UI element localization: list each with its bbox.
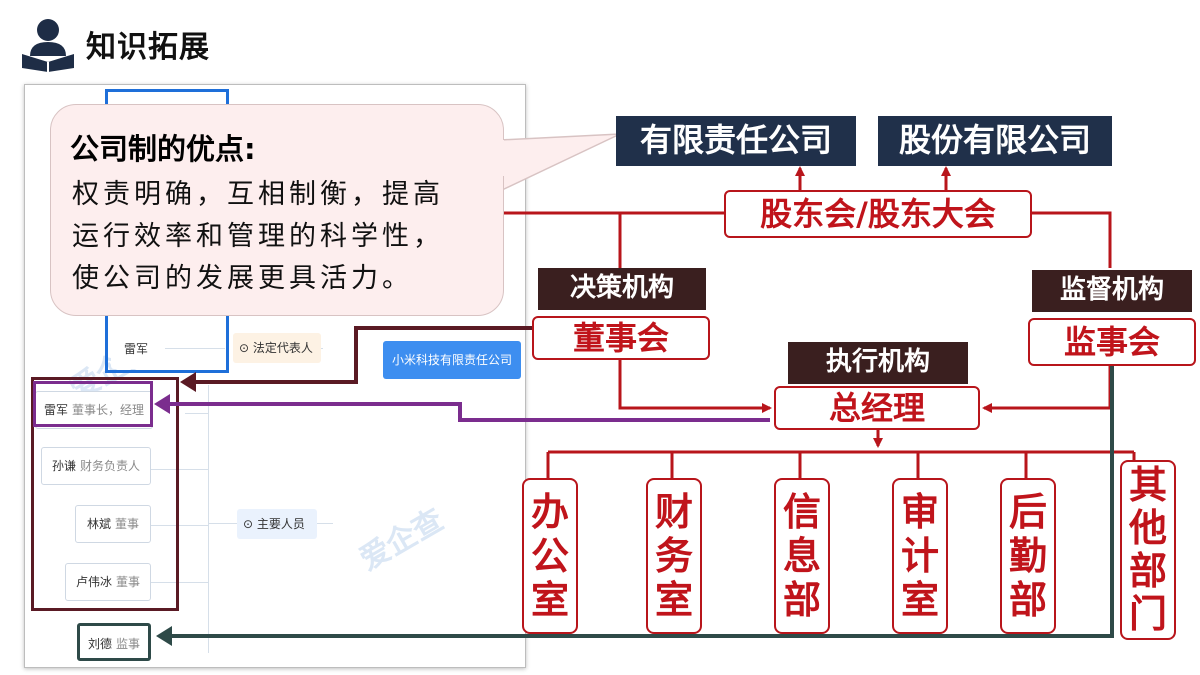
dept-information: 信息部	[774, 478, 830, 634]
general-manager: 总经理	[774, 386, 980, 430]
dept-logistics: 后勤部	[1000, 478, 1056, 634]
dept-office: 办公室	[522, 478, 578, 634]
supervisory-board: 监事会	[1028, 318, 1196, 366]
company-type-joint-stock: 股份有限公司	[878, 116, 1112, 166]
supervision-label: 监督机构	[1032, 270, 1192, 312]
board-of-directors: 董事会	[532, 316, 710, 360]
dept-audit: 审计室	[892, 478, 948, 634]
shareholders-meeting: 股东会/股东大会	[724, 190, 1032, 238]
dept-finance: 财务室	[646, 478, 702, 634]
execution-label: 执行机构	[788, 342, 968, 384]
dept-other: 其他部门	[1120, 460, 1176, 640]
company-type-llc: 有限责任公司	[616, 116, 856, 166]
decision-label: 决策机构	[538, 268, 706, 310]
